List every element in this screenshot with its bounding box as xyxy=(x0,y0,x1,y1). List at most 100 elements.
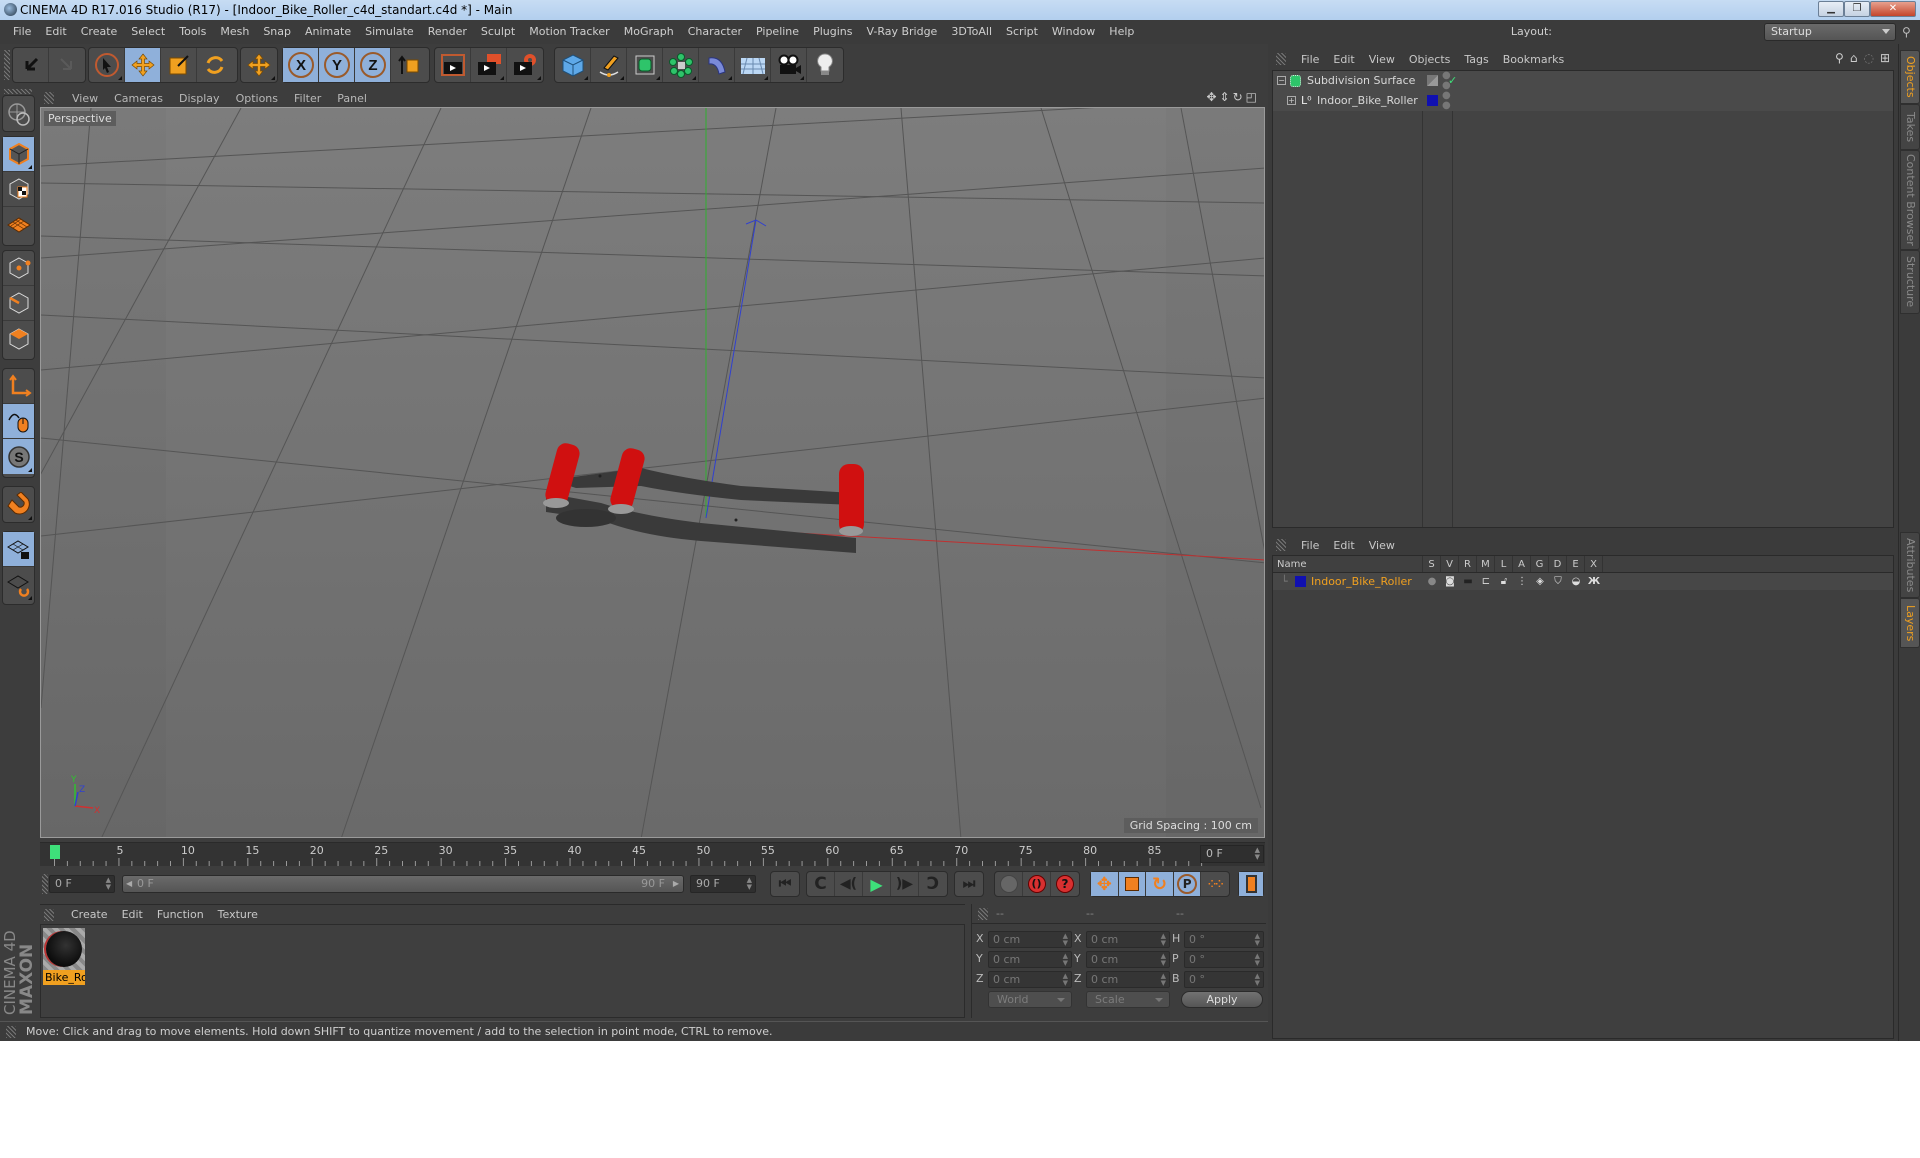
lm-menu-file[interactable]: File xyxy=(1294,539,1326,552)
key-rotation-button[interactable]: ↻ xyxy=(1146,872,1174,896)
key-pla-button[interactable]: ⁘⁘ xyxy=(1201,872,1229,896)
polygons-mode-button[interactable] xyxy=(3,321,34,356)
tab-content-browser[interactable]: Content Browser xyxy=(1900,150,1920,250)
apply-button[interactable]: Apply xyxy=(1181,991,1263,1008)
size-z-field[interactable]: 0 cm ▲ ▼ xyxy=(1086,971,1170,988)
end-frame-field[interactable]: 90 F ▲ ▼ xyxy=(690,875,756,893)
3d-viewport[interactable]: Y Z X Perspective Grid Spacing : 100 cm xyxy=(40,107,1265,838)
x-axis-lock-button[interactable]: X xyxy=(283,48,319,82)
minimize-button[interactable]: ▁ xyxy=(1818,1,1844,17)
expand-icon[interactable]: + xyxy=(1287,96,1296,105)
layer-manager-grip[interactable] xyxy=(1276,539,1286,551)
column-xrefs[interactable]: X xyxy=(1585,556,1603,572)
collapse-icon[interactable]: − xyxy=(1277,76,1286,85)
bend-deformer-button[interactable] xyxy=(699,48,735,82)
motion-path-button[interactable] xyxy=(995,872,1023,896)
menu-sculpt[interactable]: Sculpt xyxy=(474,20,522,44)
menu-pipeline[interactable]: Pipeline xyxy=(749,20,806,44)
om-home-icon[interactable]: ⌂ xyxy=(1850,51,1858,65)
timeline-window-button[interactable] xyxy=(1239,872,1263,896)
solo-mode-button[interactable]: S xyxy=(3,439,34,474)
live-selection-button[interactable] xyxy=(89,48,125,82)
object-row-subdivision-surface[interactable]: − Subdivision Surface ● ● ✓ xyxy=(1273,71,1893,91)
render-toggle-icon[interactable]: ▬ xyxy=(1459,573,1477,590)
om-menu-tags[interactable]: Tags xyxy=(1457,53,1495,66)
animation-toggle-icon[interactable]: ⋮ xyxy=(1513,573,1531,590)
axis-mode-button[interactable] xyxy=(3,369,34,404)
column-render[interactable]: R xyxy=(1459,556,1477,572)
menu-script[interactable]: Script xyxy=(999,20,1045,44)
toolbar-grip[interactable] xyxy=(4,50,10,80)
deformers-toggle-icon[interactable]: ⛉ xyxy=(1549,573,1567,590)
cloner-button[interactable] xyxy=(663,48,699,82)
om-search-icon[interactable]: ⚲ xyxy=(1835,51,1844,65)
column-deformers[interactable]: D xyxy=(1549,556,1567,572)
render-settings-button[interactable] xyxy=(507,48,543,82)
rotate-button[interactable] xyxy=(197,48,233,82)
recent-tool-button[interactable] xyxy=(241,48,277,82)
go-to-start-button[interactable]: ⏮ xyxy=(771,872,799,896)
workplane-mode-button[interactable] xyxy=(3,207,34,242)
timeline-ruler[interactable]: 051015202530354045505560657075808590 xyxy=(40,842,1265,866)
menu-mesh[interactable]: Mesh xyxy=(213,20,256,44)
spinner-icon[interactable]: ▲ ▼ xyxy=(1255,953,1260,967)
position-z-field[interactable]: 0 cm ▲ ▼ xyxy=(988,971,1072,988)
redo-button[interactable] xyxy=(49,48,85,82)
tab-attributes[interactable]: Attributes xyxy=(1900,532,1920,598)
tab-objects[interactable]: Objects xyxy=(1900,50,1920,104)
coordinates-grip[interactable] xyxy=(978,908,988,920)
spinner-icon[interactable]: ▲ ▼ xyxy=(1255,933,1260,947)
object-manager-grip[interactable] xyxy=(1276,53,1286,65)
key-parameter-button[interactable]: P xyxy=(1173,872,1202,896)
texture-mode-button[interactable] xyxy=(3,172,34,207)
layer-row[interactable]: └ Indoor_Bike_Roller ● ◙ ▬ ⊏ 🔓︎ ⋮ ◈ ⛉ ◒ … xyxy=(1273,573,1893,590)
make-editable-button[interactable] xyxy=(3,96,34,131)
menu-plugins[interactable]: Plugins xyxy=(806,20,859,44)
size-x-field[interactable]: 0 cm ▲ ▼ xyxy=(1086,931,1170,948)
layout-dropdown[interactable]: Startup xyxy=(1764,23,1896,41)
column-manager[interactable]: M xyxy=(1477,556,1495,572)
play-button[interactable]: ▶ xyxy=(863,872,891,896)
playhead[interactable] xyxy=(50,845,60,859)
close-button[interactable]: ✕ xyxy=(1870,1,1916,17)
rotation-p-field[interactable]: 0 ° ▲ ▼ xyxy=(1184,951,1264,968)
spinner-icon[interactable]: ▲ ▼ xyxy=(1161,933,1166,947)
menu-file[interactable]: File xyxy=(6,20,38,44)
om-menu-view[interactable]: View xyxy=(1362,53,1402,66)
menu-tools[interactable]: Tools xyxy=(172,20,213,44)
spinner-icon[interactable]: ▲ ▼ xyxy=(1161,953,1166,967)
workplane-lock-button[interactable] xyxy=(3,532,34,567)
column-animation[interactable]: A xyxy=(1513,556,1531,572)
menu-animate[interactable]: Animate xyxy=(298,20,358,44)
spinner-icon[interactable]: ▲ ▼ xyxy=(1063,953,1068,967)
position-y-field[interactable]: 0 cm ▲ ▼ xyxy=(988,951,1072,968)
zoom-view-icon[interactable]: ⇕ xyxy=(1220,90,1230,104)
solo-toggle-icon[interactable]: ● xyxy=(1423,573,1441,590)
layer-name[interactable]: Indoor_Bike_Roller xyxy=(1311,573,1412,590)
om-eye-icon[interactable]: ◌ xyxy=(1863,51,1873,65)
menu-render[interactable]: Render xyxy=(421,20,474,44)
om-menu-objects[interactable]: Objects xyxy=(1402,53,1458,66)
lock-toggle-icon[interactable]: 🔓︎ xyxy=(1495,573,1513,590)
points-mode-button[interactable] xyxy=(3,251,34,286)
previous-frame-button[interactable]: ◀( xyxy=(835,872,863,896)
lm-menu-edit[interactable]: Edit xyxy=(1326,539,1361,552)
current-frame-field[interactable]: 0 F ▲ ▼ xyxy=(1200,845,1264,863)
record-keys-button[interactable]: () xyxy=(1023,872,1051,896)
object-row-indoor-bike-roller[interactable]: + L⁰ Indoor_Bike_Roller ● ● xyxy=(1273,91,1893,111)
om-menu-file[interactable]: File xyxy=(1294,53,1326,66)
rotation-b-field[interactable]: 0 ° ▲ ▼ xyxy=(1184,971,1264,988)
size-mode-dropdown[interactable]: Scale xyxy=(1086,991,1170,1008)
coordinate-system-button[interactable] xyxy=(391,48,427,82)
tab-structure[interactable]: Structure xyxy=(1900,250,1920,314)
column-name[interactable]: Name xyxy=(1273,556,1423,572)
range-right-arrow-icon[interactable]: ▶ xyxy=(673,876,679,892)
key-scale-button[interactable] xyxy=(1118,872,1147,896)
restore-button[interactable]: ❐ xyxy=(1844,1,1870,17)
spinner-icon[interactable]: ▲ ▼ xyxy=(1063,973,1068,987)
pen-button[interactable] xyxy=(591,48,627,82)
manager-toggle-icon[interactable]: ⊏ xyxy=(1477,573,1495,590)
viewport-camera-label[interactable]: Perspective xyxy=(44,111,116,126)
next-frame-button[interactable]: )▶ xyxy=(891,872,919,896)
menu-mograph[interactable]: MoGraph xyxy=(617,20,681,44)
